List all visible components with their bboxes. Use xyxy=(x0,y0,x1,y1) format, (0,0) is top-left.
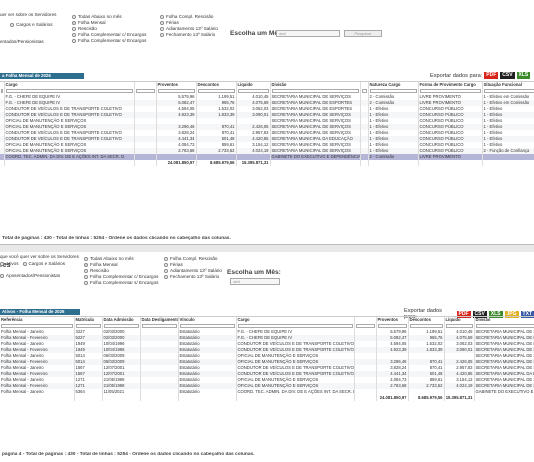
payroll-table: Referência Matrícula Data Admissão Data Des… xyxy=(0,317,534,401)
total-cell: 8.685.979,56 xyxy=(408,395,445,401)
column-filter-input[interactable] xyxy=(5,88,133,94)
radio-icon[interactable] xyxy=(164,275,168,279)
column-filter-input[interactable] xyxy=(409,323,443,329)
column-filter-input[interactable] xyxy=(419,88,481,94)
column-filter-input[interactable] xyxy=(179,323,235,329)
totals-row: 24.081.850,97 8.685.979,56 15.395.871,31 xyxy=(0,160,534,166)
table-cell: COORD. TEC. ADMIN. DA DIV. DE E AÇÕES IN… xyxy=(4,154,135,160)
payroll-type-group-1: Todas Abaixo no mês Folha Mensal Rescisão F… xyxy=(84,256,164,286)
search-button[interactable]: Pesquisar xyxy=(344,30,382,37)
total-cell: 8.685.979,56 xyxy=(196,160,237,166)
column-filter-input[interactable] xyxy=(157,88,195,94)
table-footer: Total de páginas : 430 - Total de linhas… xyxy=(2,236,231,241)
total-cell: 15.395.871,31 xyxy=(444,395,475,401)
column-header[interactable]: Data Desligamento xyxy=(140,317,179,323)
payroll-type-group-2: Folha Compl. Rescisão Férias Adiantamento … xyxy=(164,256,226,280)
panel-title: a Folha Mensal de 2026 xyxy=(0,73,84,79)
payroll-type-group-2: Folha Compl. Rescisão Férias Adiantamento … xyxy=(160,14,230,38)
radio-icon[interactable] xyxy=(84,269,88,273)
xls-button[interactable]: XLS xyxy=(516,72,531,79)
column-header[interactable]: Forma de Provimento Cargo xyxy=(418,82,483,88)
servers-filter: que você quer ver sobre os Servidores At… xyxy=(0,254,82,279)
servers-filter-label: uer ver sobre os Servidores xyxy=(0,12,57,17)
column-filter-input[interactable] xyxy=(1,323,73,329)
radio-icon[interactable] xyxy=(72,39,76,43)
month-select[interactable]: abril xyxy=(276,30,340,37)
radio-icon[interactable] xyxy=(164,257,168,261)
payroll-table-container: Cargo Proventos Descontos Líquido Divisão Nat… xyxy=(0,81,534,241)
column-filter-input[interactable] xyxy=(197,88,235,94)
pdf-button[interactable]: PDF xyxy=(484,72,499,79)
column-filter-input[interactable] xyxy=(103,323,139,329)
radio-icon[interactable] xyxy=(22,261,27,266)
column-filter-input[interactable] xyxy=(377,323,407,329)
month-select[interactable]: abril xyxy=(230,278,280,285)
aposentados-option[interactable]: Aposentados/Pensionistas xyxy=(0,273,82,279)
column-filter-input[interactable] xyxy=(1,88,3,94)
radio-icon[interactable] xyxy=(160,21,164,25)
payroll-table-container: Referência Matrícula Data Admissão Data Des… xyxy=(0,316,534,450)
cargos-salarios-option[interactable]: Cargos e Salários xyxy=(22,261,65,267)
totals-row: 24.081.850,97 8.685.979,56 15.395.871,31 xyxy=(0,395,534,401)
export-label: Exportar dados para: xyxy=(430,72,483,79)
column-filter-input[interactable] xyxy=(141,323,177,329)
payroll-type-option[interactable]: Folha Complementar s/ Encargos xyxy=(72,38,158,44)
radio-icon[interactable] xyxy=(164,269,168,273)
column-filter-input[interactable] xyxy=(75,323,101,329)
radio-icon[interactable] xyxy=(160,33,164,37)
horizontal-scrollbar[interactable] xyxy=(0,244,534,252)
radio-icon[interactable] xyxy=(10,22,14,27)
column-filter-input[interactable] xyxy=(445,323,473,329)
payroll-type-option[interactable]: Folha Complementar s/ Encargos xyxy=(84,280,164,286)
radio-icon[interactable] xyxy=(72,33,76,37)
column-filter-input[interactable] xyxy=(483,88,534,94)
total-cell: 24.081.850,97 xyxy=(376,395,409,401)
aposentados-option-label[interactable]: entados/Pensionistas xyxy=(0,39,70,45)
payroll-type-option[interactable]: Fechamento 13º Salário xyxy=(160,32,230,38)
radio-icon[interactable] xyxy=(84,281,88,285)
column-filter-input[interactable] xyxy=(369,88,417,94)
payroll-type-group-1: Todas Abaixo no mês Folha Mensal Rescisão F… xyxy=(72,14,158,44)
table-cell: 2 - Função de Confiança xyxy=(482,148,534,154)
column-filter-input[interactable] xyxy=(271,88,359,94)
column-filter-input[interactable] xyxy=(237,88,269,94)
radio-icon[interactable] xyxy=(164,263,168,267)
radio-icon[interactable] xyxy=(72,27,76,31)
bottom-section: res que você quer ver sobre os Servidore… xyxy=(0,252,534,462)
radio-icon[interactable] xyxy=(72,15,76,19)
csv-button[interactable]: CSV xyxy=(500,72,515,79)
column-filter-input[interactable] xyxy=(237,323,353,329)
servers-filter: uer ver sobre os Servidores Cargos e Sal… xyxy=(0,12,70,44)
radio-icon[interactable] xyxy=(160,27,164,31)
servers-filter-label: que você quer ver sobre os Servidores xyxy=(0,254,79,259)
top-section: uer ver sobre os Servidores Cargos e Sal… xyxy=(0,0,534,252)
radio-icon[interactable] xyxy=(84,263,88,267)
export-bar: Exportar dados para: PDF CSV XLS xyxy=(430,72,531,79)
radio-icon[interactable] xyxy=(72,21,76,25)
radio-icon[interactable] xyxy=(84,275,88,279)
total-cell: 24.081.850,97 xyxy=(156,160,197,166)
column-filter-input[interactable] xyxy=(355,323,375,329)
payroll-type-option[interactable]: Fechamento 13º Salário xyxy=(164,274,226,280)
column-filter-input[interactable] xyxy=(135,88,155,94)
table-cell: GABINETE DO EXECUTIVO E DEPENDÊNCIAS xyxy=(474,389,534,395)
column-filter-input[interactable] xyxy=(475,323,534,329)
payroll-table: Cargo Proventos Descontos Líquido Divisão Nat… xyxy=(0,82,534,166)
radio-icon[interactable] xyxy=(0,273,4,278)
total-cell: 15.395.871,31 xyxy=(236,160,271,166)
radio-icon[interactable] xyxy=(0,261,4,266)
panel-title: Ativos - Folha Mensal de 2026 xyxy=(0,309,80,315)
month-label: Escolha um Mês: xyxy=(227,269,281,276)
radio-icon[interactable] xyxy=(84,257,88,261)
table-cell: COORD. TEC. ADMIN. DA DIV. DE E AÇÕES IN… xyxy=(236,389,355,395)
table-cell: GABINETE DO EXECUTIVO E DEPENDÊNCIAS xyxy=(270,154,361,160)
cargos-salarios-option[interactable]: Cargos e Salários xyxy=(0,22,70,28)
radio-icon[interactable] xyxy=(160,15,164,19)
column-filter-input[interactable] xyxy=(361,88,367,94)
table-footer: página 4 - Total de páginas : 430 - Tota… xyxy=(2,452,255,457)
ativos-option[interactable]: Ativos xyxy=(0,261,19,267)
